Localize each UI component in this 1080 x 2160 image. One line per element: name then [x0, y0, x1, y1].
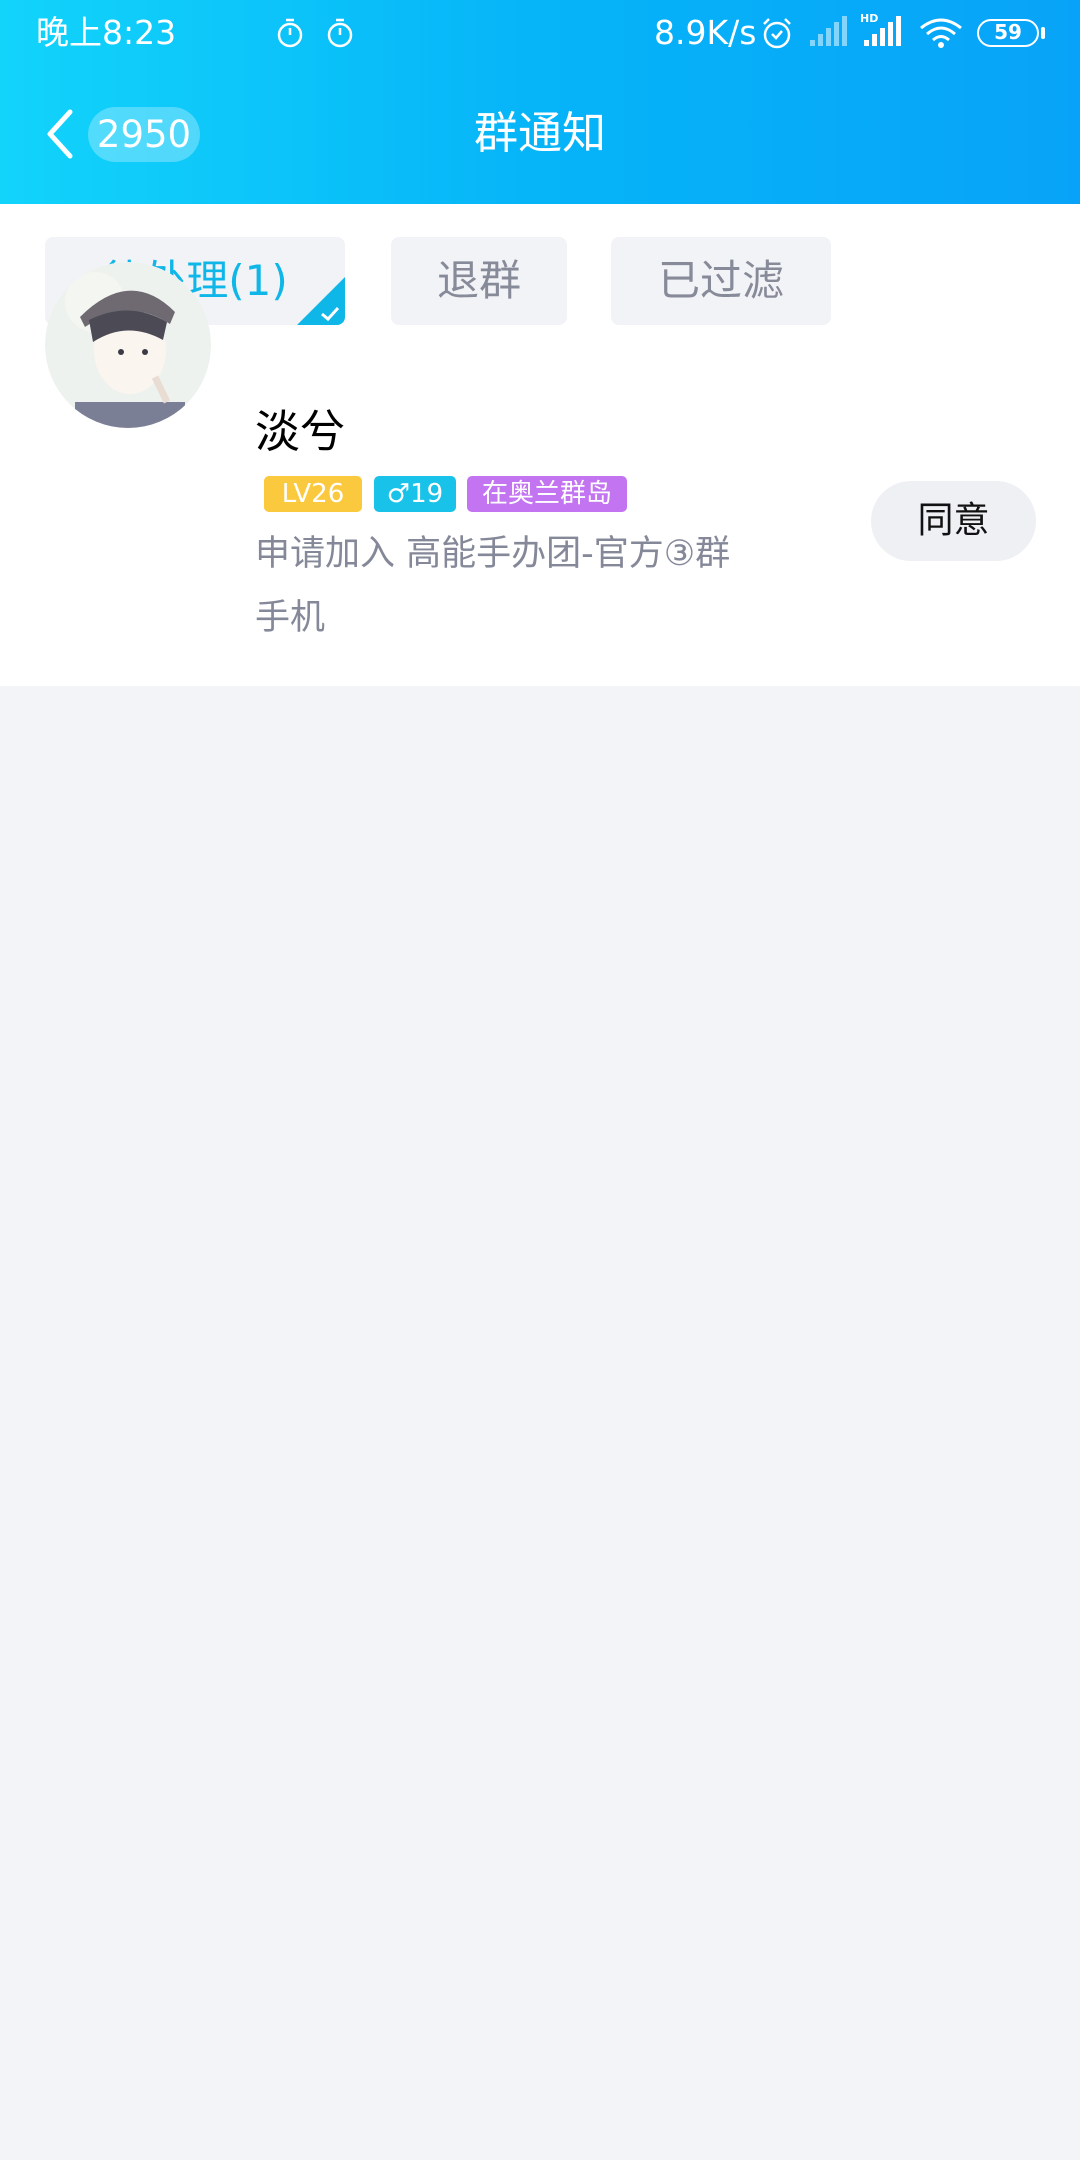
tab-quit-group[interactable]: 退群 — [391, 237, 567, 325]
net-speed: 8.9K/s — [654, 13, 757, 52]
tab-filtered[interactable]: 已过滤 — [611, 237, 831, 325]
header: 晚上8:23 8.9K/s HD 59 2950 群通知 — [0, 0, 1080, 204]
status-bar: 晚上8:23 8.9K/s HD 59 — [0, 0, 1080, 66]
applicant-name[interactable]: 淡兮 — [255, 400, 345, 464]
avatar[interactable] — [45, 262, 211, 428]
alarm-icon — [763, 18, 791, 49]
request-message-line-2: 手机 — [255, 598, 326, 638]
level-badge: LV26 — [264, 476, 362, 512]
unread-count-badge[interactable]: 2950 — [88, 107, 200, 162]
battery-icon: 59 — [977, 19, 1039, 47]
battery-tip — [1041, 27, 1045, 39]
agree-button[interactable]: 同意 — [871, 481, 1036, 561]
tab-quit-group-label: 退群 — [436, 256, 521, 305]
timer-icon — [277, 18, 303, 48]
tab-filtered-label: 已过滤 — [657, 256, 784, 305]
wifi-icon — [920, 18, 962, 48]
svg-text:HD: HD — [860, 12, 878, 25]
request-message-line-1: 申请加入 高能手办团-官方③群 — [255, 534, 731, 574]
check-corner-icon — [297, 277, 345, 325]
avatar-image — [45, 262, 211, 428]
signal-hd-icon: HD — [860, 12, 901, 46]
request-message: 申请加入 高能手办团-官方③群 手机 — [255, 522, 835, 650]
gender-age-badge: ♂19 — [374, 476, 456, 512]
timer-icon — [327, 18, 353, 48]
signal-icon — [810, 16, 847, 46]
page-title: 群通知 — [474, 108, 606, 159]
chevron-left-icon[interactable] — [40, 106, 80, 162]
status-time: 晚上8:23 — [36, 13, 177, 52]
location-badge: 在奥兰群岛 — [467, 476, 627, 512]
